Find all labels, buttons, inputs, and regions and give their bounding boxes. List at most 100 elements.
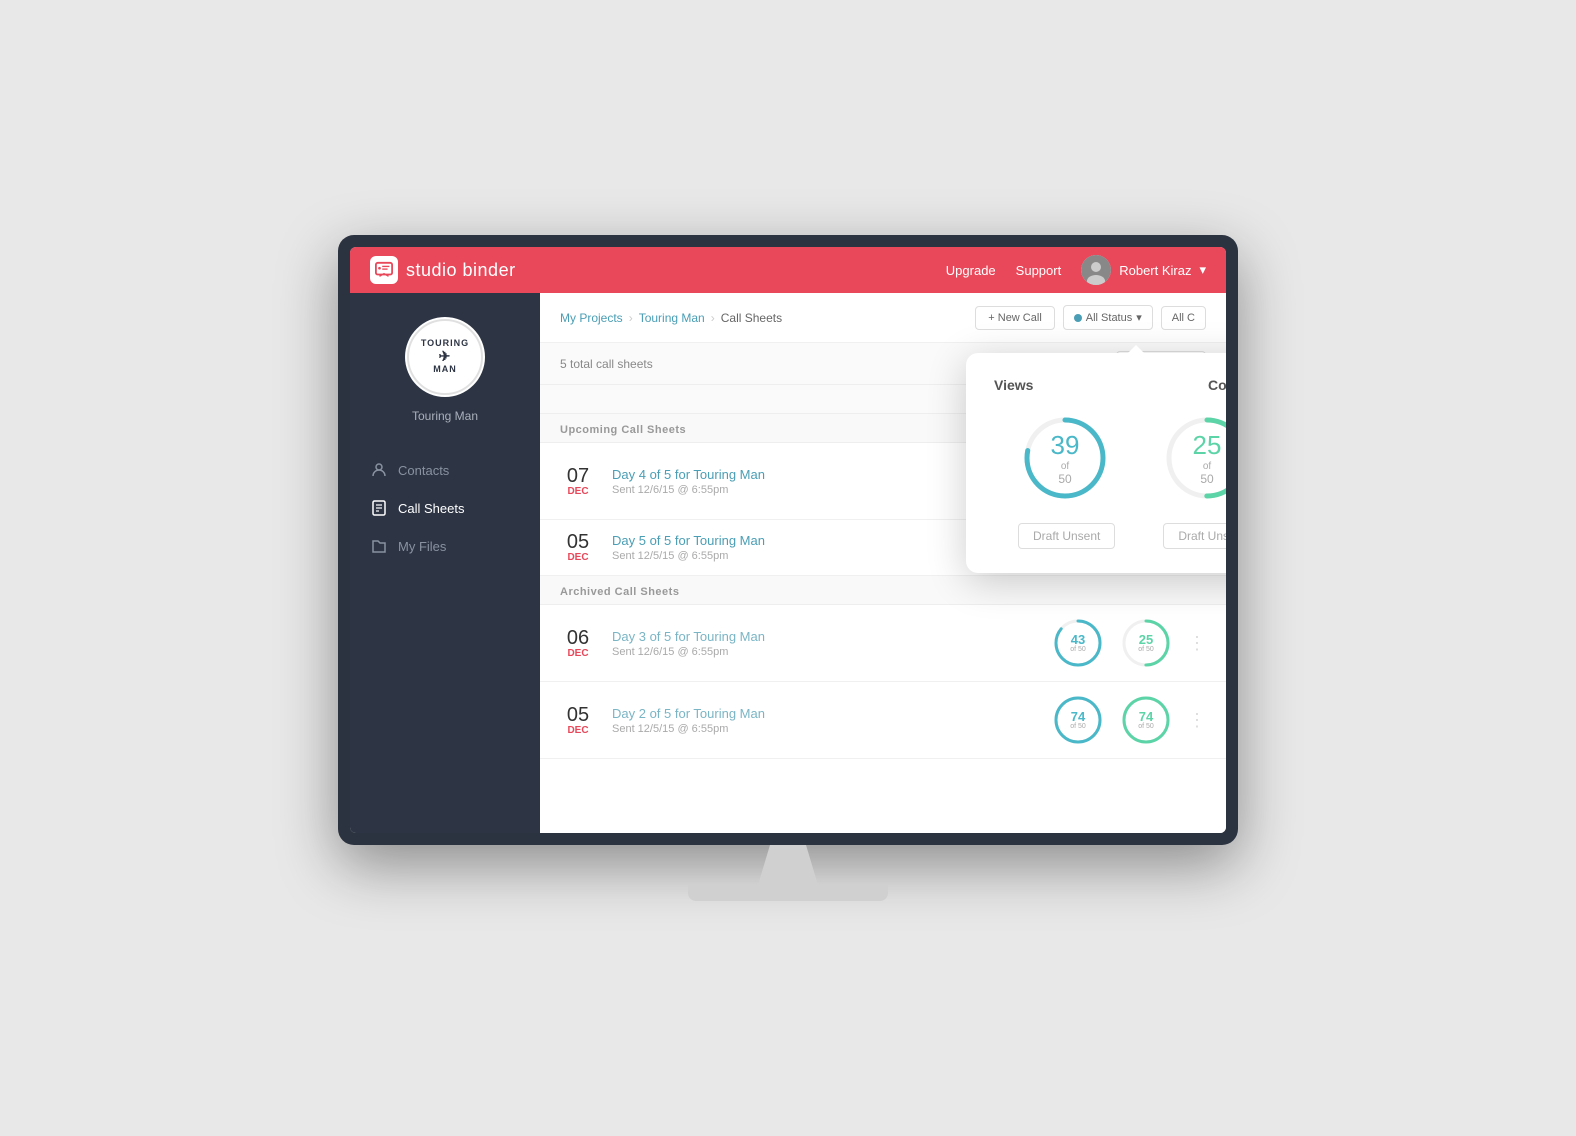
breadcrumb-actions: + New Call All Status ▾ All C [975,305,1206,330]
row-subtitle: Sent 12/6/15 @ 6:55pm [612,646,1036,658]
project-logo-text: TOURING ✈ MAN [421,339,469,374]
app-name: studio binder [406,260,516,281]
tooltip-draft-badge-2: Draft Uns... [1163,523,1226,549]
row-day: 05 [560,705,596,725]
tooltip-views-label: Views [994,377,1033,393]
call-sheets-label: Call Sheets [398,501,464,516]
row-month: DEC [560,552,596,563]
views-denom: of 50 [1070,646,1086,653]
status-dot [1074,314,1082,322]
row-day: 06 [560,628,596,648]
sidebar-item-call-sheets[interactable]: Call Sheets [350,489,540,527]
table-row[interactable]: 05 DEC Day 2 of 5 for Touring Man Sent 1… [540,682,1226,759]
tooltip-draft-row: Draft Unsent Draft Uns... [994,523,1226,549]
row-more-icon[interactable]: ⋮ [1188,710,1206,731]
project-logo: TOURING ✈ MAN [405,317,485,397]
main-layout: TOURING ✈ MAN Touring Man [350,293,1226,833]
upgrade-link[interactable]: Upgrade [946,263,996,278]
monitor-stand [338,845,1238,901]
nav-items: Contacts Call Sheets [350,451,540,565]
confirmed-denom: of 50 [1138,723,1154,730]
row-month: DEC [560,648,596,659]
confirmed-num: 25 [1138,633,1154,646]
row-subtitle: Sent 12/5/15 @ 6:55pm [612,550,1017,562]
big-confirmed-inner: 25 of 50 [1193,430,1222,486]
user-avatar [1081,255,1111,285]
contacts-icon [370,461,388,479]
row-info: Day 3 of 5 for Touring Man Sent 12/6/15 … [612,629,1036,658]
monitor-body: studio binder Upgrade Support Ro [338,235,1238,845]
my-files-icon [370,537,388,555]
confirmed-stat: 74 of 50 [1120,694,1172,746]
breadcrumb-my-projects[interactable]: My Projects [560,311,623,325]
topbar: studio binder Upgrade Support Ro [350,247,1226,293]
support-link[interactable]: Support [1016,263,1062,278]
logo-line3: MAN [421,365,469,375]
row-date: 05 DEC [560,705,596,736]
confirmed-stat: 25 of 50 [1120,617,1172,669]
breadcrumb-sep2: › [711,311,715,325]
user-menu[interactable]: Robert Kiraz ▾ [1081,255,1206,285]
row-subtitle: Sent 12/5/15 @ 6:55pm [612,723,1036,735]
tooltip-circles: 39 of 50 [994,413,1226,503]
tooltip-confirmed-label: Confirmed [1208,377,1226,393]
breadcrumb-project[interactable]: Touring Man [639,311,705,325]
confirmed-denom: of 50 [1138,646,1154,653]
all-filter-label: All C [1172,312,1195,324]
status-filter-label: All Status [1086,312,1132,324]
row-date: 07 DEC [560,466,596,497]
project-logo-inner: TOURING ✈ MAN [407,319,483,395]
logo-icon [370,256,398,284]
row-month: DEC [560,486,596,497]
row-info: Day 2 of 5 for Touring Man Sent 12/5/15 … [612,706,1036,735]
breadcrumb-current: Call Sheets [721,311,782,325]
sidebar: TOURING ✈ MAN Touring Man [350,293,540,833]
row-title[interactable]: Day 5 of 5 for Touring Man [612,533,1017,548]
big-confirmed-circle: 25 of 50 [1162,413,1226,503]
views-stat: 74 of 50 [1052,694,1104,746]
big-views-inner: 39 of 50 [1051,430,1080,486]
big-confirmed-of: of [1193,461,1222,472]
archived-section-header: Archived Call Sheets [540,576,1226,605]
tooltip-draft-badge-1: Draft Unsent [1018,523,1115,549]
screen: studio binder Upgrade Support Ro [350,247,1226,833]
big-views-num: 39 [1051,430,1080,461]
summary-text: 5 total call sheets [560,357,653,371]
views-num: 43 [1070,633,1086,646]
logo-line2: ✈ [421,349,469,364]
app-logo: studio binder [370,256,516,284]
all-filter-dropdown[interactable]: All C [1161,306,1206,330]
new-call-button[interactable]: + New Call [975,306,1055,330]
stand-base [688,885,888,901]
row-title[interactable]: Day 2 of 5 for Touring Man [612,706,1036,721]
row-date: 05 DEC [560,532,596,563]
monitor-wrapper: studio binder Upgrade Support Ro [338,235,1238,901]
row-more-icon[interactable]: ⋮ [1188,633,1206,654]
breadcrumb: My Projects › Touring Man › Call Sheets [560,311,782,325]
content-area: My Projects › Touring Man › Call Sheets … [540,293,1226,833]
views-stat: 43 of 50 [1052,617,1104,669]
views-num: 74 [1070,710,1086,723]
big-confirmed-denom: 50 [1193,472,1222,486]
row-info: Day 5 of 5 for Touring Man Sent 12/5/15 … [612,533,1017,562]
big-views-of: of [1051,461,1080,472]
row-date: 06 DEC [560,628,596,659]
status-filter-dropdown[interactable]: All Status ▾ [1063,305,1153,330]
sidebar-item-contacts[interactable]: Contacts [350,451,540,489]
row-day: 05 [560,532,596,552]
confirmed-num: 74 [1138,710,1154,723]
sidebar-item-my-files[interactable]: My Files [350,527,540,565]
breadcrumb-sep1: › [629,311,633,325]
call-sheets-icon [370,499,388,517]
my-files-label: My Files [398,539,446,554]
table-row[interactable]: 06 DEC Day 3 of 5 for Touring Man Sent 1… [540,605,1226,682]
row-day: 07 [560,466,596,486]
row-title[interactable]: Day 3 of 5 for Touring Man [612,629,1036,644]
topbar-right: Upgrade Support Robert Kiraz ▾ [946,255,1206,285]
stats-tooltip: Views Confirmed 39 [966,353,1226,573]
project-name: Touring Man [412,409,478,423]
row-stats: 74 of 50 74 [1052,694,1206,746]
row-month: DEC [560,725,596,736]
views-denom: of 50 [1070,723,1086,730]
chevron-down-icon: ▾ [1136,311,1142,324]
